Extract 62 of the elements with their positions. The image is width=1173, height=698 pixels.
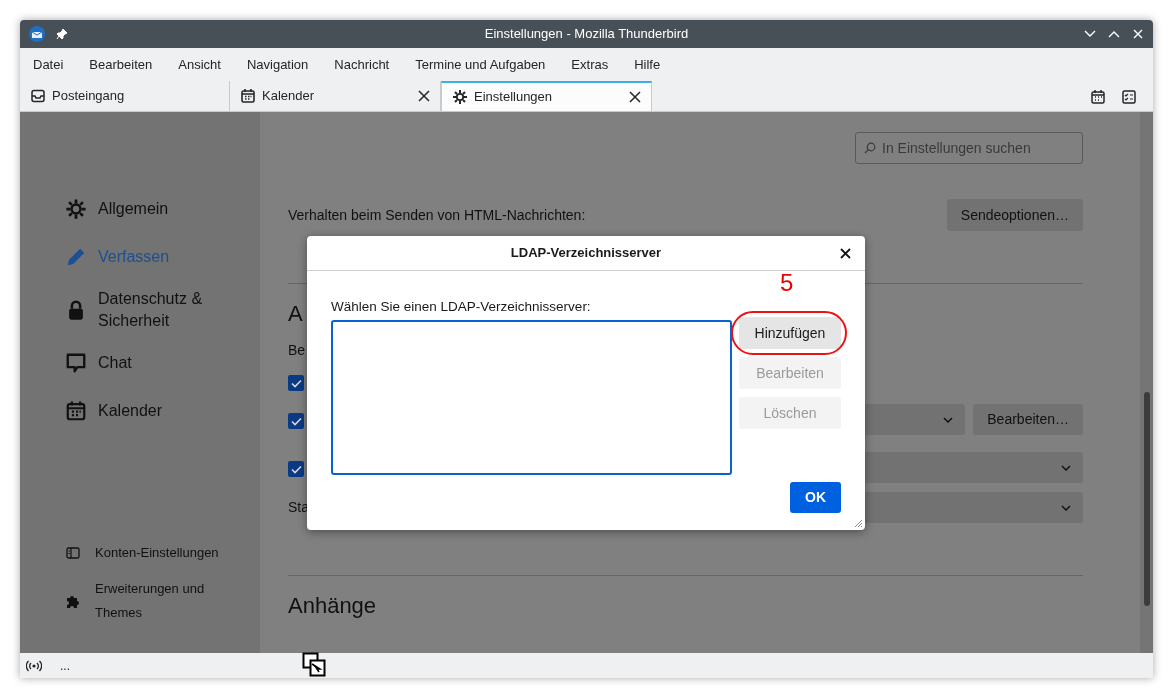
menu-item[interactable]: Termine und Aufgaben xyxy=(407,52,554,78)
app-logo-icon xyxy=(28,25,46,43)
checkbox[interactable] xyxy=(288,413,304,429)
gear-icon xyxy=(452,89,468,105)
chat-icon xyxy=(65,352,87,374)
gear-icon xyxy=(65,198,87,220)
setting-label: Verhalten beim Senden von HTML-Nachrichten: xyxy=(288,205,586,225)
menu-item[interactable]: Datei xyxy=(25,52,72,78)
sidebar-item[interactable]: Chat xyxy=(65,346,225,380)
search-field[interactable]: In Einstellungen suchen xyxy=(855,132,1083,164)
checkbox[interactable] xyxy=(288,375,304,391)
chevron-down-icon xyxy=(1061,504,1071,511)
menu-item[interactable]: Nachricht xyxy=(326,52,398,78)
calendar-icon[interactable] xyxy=(1090,88,1106,105)
puzzle-icon xyxy=(65,593,81,609)
server-list[interactable] xyxy=(331,320,732,476)
close-icon[interactable] xyxy=(418,90,430,102)
close-icon[interactable] xyxy=(840,247,851,259)
menu-item[interactable]: Hilfe xyxy=(626,52,669,78)
section-heading: A xyxy=(288,300,303,328)
scrollbar[interactable] xyxy=(1140,112,1153,653)
list-label: Wählen Sie einen LDAP-Verzeichnisserver: xyxy=(331,298,592,316)
section-heading: Anhänge xyxy=(288,592,377,620)
close-icon[interactable] xyxy=(629,91,641,103)
calendar-icon xyxy=(240,88,256,104)
sidebar-link[interactable]: Erweiterungen und Themes xyxy=(65,577,230,625)
dialog-button: Löschen xyxy=(739,397,841,429)
sidebar-link[interactable]: Konten-Einstellungen xyxy=(65,541,230,565)
sidebar-item[interactable]: Allgemein xyxy=(65,192,225,226)
account-icon xyxy=(65,545,81,561)
pencil-icon xyxy=(65,246,87,268)
edit-button[interactable]: Bearbeiten… xyxy=(973,404,1083,435)
dialog-button: Bearbeiten xyxy=(739,357,841,389)
window-title: Einstellungen - Mozilla Thunderbird xyxy=(484,25,689,44)
annotation-number: 5 xyxy=(780,271,794,295)
calendar-icon xyxy=(65,400,87,422)
dialog-title: LDAP-Verzeichnisserver xyxy=(510,244,662,263)
menu-item[interactable]: Extras xyxy=(563,52,617,78)
menu-item[interactable]: Bearbeiten xyxy=(81,52,161,78)
menu-item[interactable]: Navigation xyxy=(238,52,317,78)
close-icon[interactable] xyxy=(1131,27,1145,41)
inbox-icon xyxy=(30,88,46,104)
signal-icon xyxy=(26,659,42,672)
drag-cursor-icon xyxy=(302,652,327,678)
ok-button[interactable]: OK xyxy=(790,482,841,514)
chevron-down-icon xyxy=(943,416,954,423)
scrollbar-thumb[interactable] xyxy=(1143,392,1150,606)
pin-icon[interactable] xyxy=(56,28,68,40)
search-icon xyxy=(864,142,876,154)
resize-grip-icon[interactable] xyxy=(853,518,863,528)
send-options-button[interactable]: Sendeoptionen… xyxy=(946,199,1083,231)
chevron-down-icon xyxy=(1061,464,1071,471)
setting-label: Be xyxy=(288,341,306,360)
sidebar-item[interactable]: Datenschutz & Sicherheit xyxy=(65,288,225,332)
status-text: ... xyxy=(60,657,70,675)
checkbox[interactable] xyxy=(288,461,304,477)
tab[interactable]: Posteingang xyxy=(20,81,230,111)
dialog-button[interactable]: Hinzufügen xyxy=(739,317,841,349)
task-list-icon[interactable] xyxy=(1121,88,1137,105)
tab[interactable]: Einstellungen xyxy=(441,81,652,111)
menu-item[interactable]: Ansicht xyxy=(170,52,229,78)
sidebar-item[interactable]: Kalender xyxy=(65,394,225,428)
